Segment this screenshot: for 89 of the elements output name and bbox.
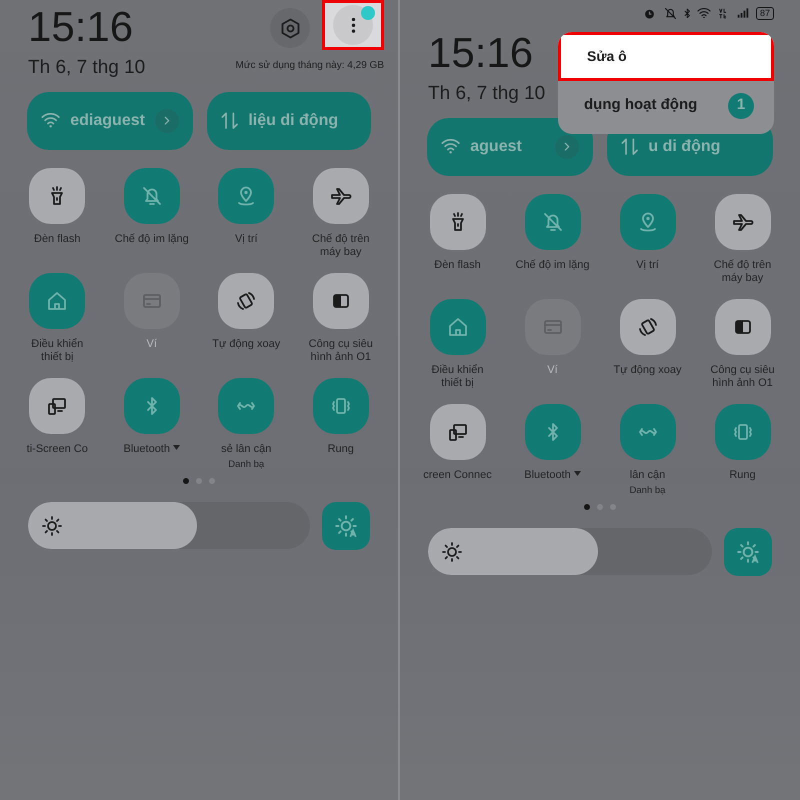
tile-label: Điều khiển thiết bị xyxy=(430,364,484,390)
toggle-tile[interactable] xyxy=(620,404,676,460)
toggle-tile[interactable] xyxy=(218,378,274,434)
bluetooth-icon xyxy=(146,396,158,416)
more-icon xyxy=(350,16,356,34)
toggle-tile[interactable] xyxy=(29,378,86,434)
toggle-tile[interactable] xyxy=(620,194,676,250)
tile-label: Bluetooth xyxy=(516,468,590,482)
clock-time: 15:16 xyxy=(28,6,134,48)
toggle-tile[interactable] xyxy=(524,404,580,460)
date-text: Th 6, 7 thg 10 xyxy=(28,56,146,80)
toggle-tile[interactable] xyxy=(218,272,274,328)
toggle-tile[interactable] xyxy=(430,298,486,354)
settings-button[interactable] xyxy=(270,8,310,48)
auto-brightness-icon xyxy=(333,512,359,538)
toggle-tile[interactable] xyxy=(524,194,580,250)
tile-label: Vị trí xyxy=(234,232,259,246)
menu-item[interactable]: Sửa ô xyxy=(558,32,774,81)
toggle-tile[interactable] xyxy=(218,168,274,224)
toggle-tile[interactable] xyxy=(29,272,86,328)
auto-brightness-button[interactable] xyxy=(724,528,772,576)
wifi-tile[interactable]: aguest xyxy=(427,118,593,176)
count-badge: 1 xyxy=(728,92,754,118)
tile-label: Đèn flash xyxy=(433,258,482,272)
tile-label: Điều khiển thiết bị xyxy=(30,338,84,364)
wifi-icon xyxy=(41,113,60,128)
tile-label: ti-Screen Co xyxy=(26,442,89,456)
tile-label: Chế độ trên máy bay xyxy=(712,258,772,284)
auto-brightness-icon xyxy=(735,538,761,564)
page-dot[interactable] xyxy=(584,504,590,510)
tile-label: creen Connec xyxy=(422,468,493,482)
tile-label: Ví xyxy=(146,338,158,350)
toggle-tile[interactable] xyxy=(714,194,770,250)
tile-label: sẻ lân cận xyxy=(220,442,272,456)
bluetooth-icon xyxy=(684,8,691,18)
toggle-tile[interactable] xyxy=(312,272,369,328)
mute-icon xyxy=(663,6,678,20)
arrow-button[interactable] xyxy=(555,134,579,158)
tile-label: Bluetooth xyxy=(114,442,189,456)
tile-sublabel: Danh bạ xyxy=(228,458,264,472)
toggle-tile[interactable] xyxy=(430,404,486,460)
wifi-icon xyxy=(441,139,460,154)
tile-label: Chế độ im lặng xyxy=(114,232,189,246)
tile-label: Tự động xoay xyxy=(211,338,282,350)
more-button[interactable] xyxy=(322,0,384,50)
toggle-tile[interactable] xyxy=(312,168,369,224)
tile-label: Công cụ siêu hình ảnh O1 xyxy=(709,364,776,390)
brightness-slider[interactable] xyxy=(28,502,310,549)
toggle-tile[interactable] xyxy=(124,168,180,224)
tile-label: lân cận xyxy=(628,468,666,482)
tile-label: Chế độ im lặng xyxy=(516,258,590,272)
toggle-tile[interactable] xyxy=(714,404,770,460)
toggle-tile[interactable] xyxy=(620,298,676,354)
clock-time: 15:16 xyxy=(428,32,534,74)
tile-sublabel: Danh bạ xyxy=(630,484,666,498)
wifi-icon xyxy=(696,8,711,18)
bluetooth-icon xyxy=(546,422,558,442)
wifi-tile[interactable]: ediaguest xyxy=(27,92,193,150)
sun-icon xyxy=(40,514,64,538)
tile-label: Rung xyxy=(728,468,757,482)
data-arrows-icon xyxy=(220,112,238,130)
battery-indicator: 87 xyxy=(756,6,774,20)
data-arrows-icon xyxy=(621,138,638,156)
sun-icon xyxy=(440,540,464,564)
tile-label: Công cụ siêu hình ảnh O1 xyxy=(308,338,374,364)
chevron-icon xyxy=(164,116,170,126)
toggle-tile[interactable] xyxy=(430,194,486,250)
signal-icon xyxy=(736,6,750,20)
tile-label: Vị trí xyxy=(635,258,660,272)
arrow-button[interactable] xyxy=(154,108,179,132)
wave-icon xyxy=(236,402,256,410)
brightness-slider[interactable] xyxy=(428,528,712,575)
toggle-tile[interactable] xyxy=(124,378,180,434)
tile-label: Rung xyxy=(326,442,355,456)
toggle-tile[interactable] xyxy=(29,168,86,224)
data-usage-text: Mức sử dụng tháng này: 4,29 GB xyxy=(236,59,384,73)
mobile-data-tile[interactable]: liệu di động xyxy=(206,92,371,150)
settings-icon xyxy=(280,18,300,38)
tile-label: Chế độ trên máy bay xyxy=(311,232,370,258)
toggle-tile[interactable] xyxy=(312,378,369,434)
date-text: Th 6, 7 thg 10 xyxy=(428,82,546,106)
tile-label: Ví xyxy=(546,364,559,376)
tile-label: Đèn flash xyxy=(33,232,82,246)
auto-brightness-button[interactable] xyxy=(322,502,370,550)
tile-label: Tự động xoay xyxy=(612,364,682,376)
page-dot[interactable] xyxy=(183,478,189,484)
wave-icon xyxy=(638,428,658,436)
chevron-icon xyxy=(564,142,570,152)
toggle-tile[interactable] xyxy=(714,298,770,354)
